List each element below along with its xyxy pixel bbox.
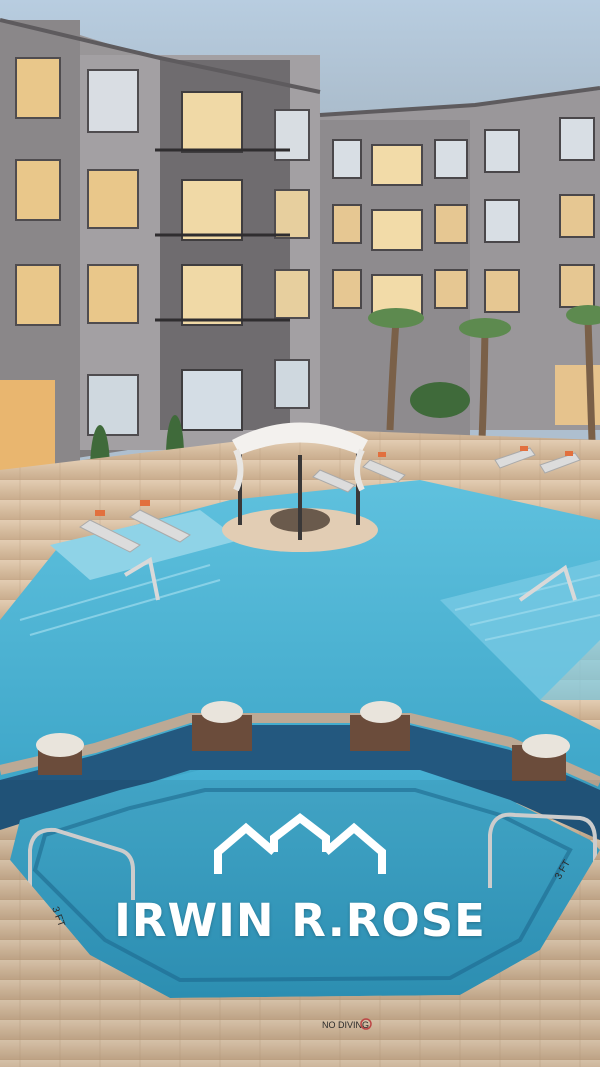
- brand-name: IRWIN R.ROSE: [114, 894, 486, 947]
- splash-screen: 3 FT 3 FT NO DIVING IRWIN R.ROSE: [0, 0, 600, 1067]
- brand-lockup: IRWIN R.ROSE: [0, 812, 600, 947]
- three-house-rooflines-icon: [214, 812, 386, 874]
